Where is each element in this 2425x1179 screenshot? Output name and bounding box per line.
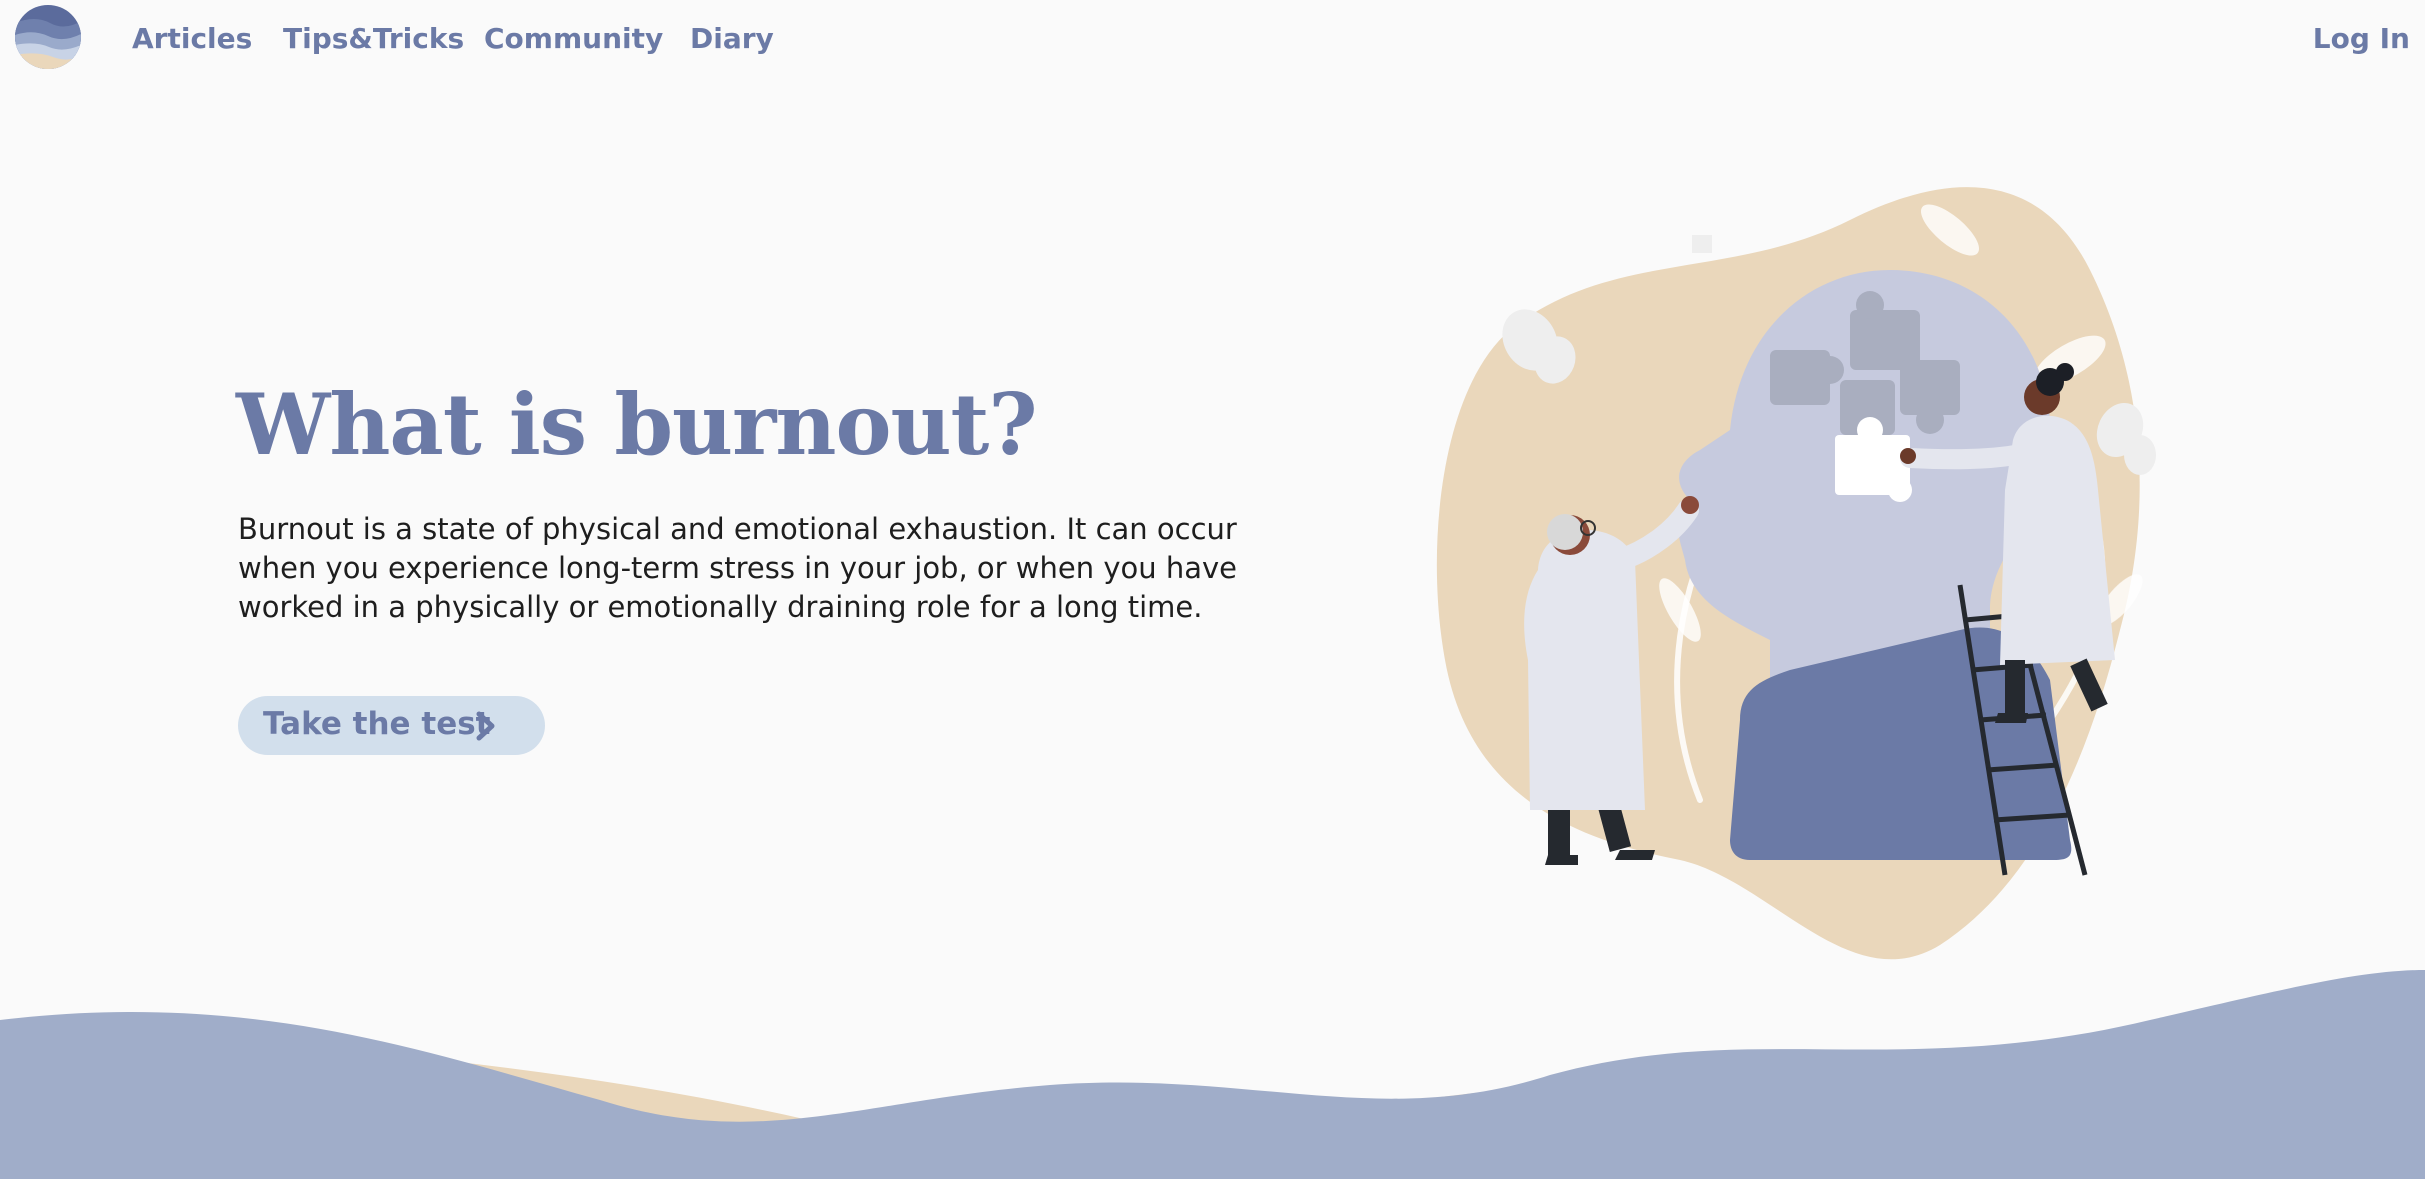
nav-link-diary[interactable]: Diary [690, 20, 774, 58]
top-nav: Articles Tips&Tricks Community Diary Log… [0, 0, 2425, 80]
footer-waves [0, 970, 2425, 1179]
login-link[interactable]: Log In [2313, 20, 2410, 58]
take-test-label: Take the test [263, 706, 491, 742]
chevron-right-icon [476, 711, 495, 741]
logo-icon[interactable] [15, 5, 81, 69]
nav-link-tips-tricks[interactable]: Tips&Tricks [283, 20, 464, 58]
nav-link-community[interactable]: Community [484, 20, 663, 58]
take-test-button[interactable]: Take the test [238, 696, 545, 755]
wave-blue [0, 970, 2425, 1179]
page-title: What is burnout? [236, 375, 1038, 474]
hero-description: Burnout is a state of physical and emoti… [238, 512, 1237, 624]
brain-puzzle-illustration [1436, 187, 2156, 960]
nav-link-articles[interactable]: Articles [132, 20, 252, 58]
